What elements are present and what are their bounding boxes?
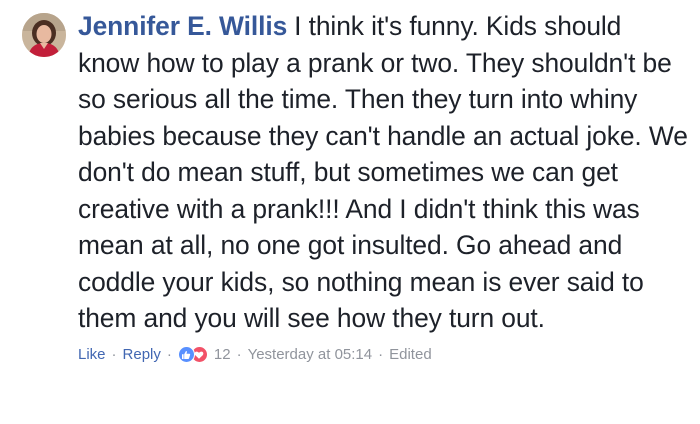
separator: · xyxy=(166,345,172,363)
comment-text-block: Jennifer E. Willis I think it's funny. Ki… xyxy=(78,8,688,337)
avatar-image xyxy=(22,13,66,57)
reaction-count: 12 xyxy=(213,345,231,363)
separator: · xyxy=(378,345,384,363)
author-name[interactable]: Jennifer E. Willis xyxy=(78,11,287,41)
edited-label[interactable]: Edited xyxy=(389,345,432,365)
comment-actions: Like · Reply · 12 · Yesterday at 05:14 ·… xyxy=(78,345,688,365)
like-reaction-icon xyxy=(177,346,195,363)
reply-button[interactable]: Reply xyxy=(123,345,161,365)
timestamp[interactable]: Yesterday at 05:14 xyxy=(248,345,373,365)
comment-text: I think it's funny. Kids should know how… xyxy=(78,11,688,333)
like-button[interactable]: Like xyxy=(78,345,106,365)
separator: · xyxy=(111,345,117,363)
avatar[interactable] xyxy=(22,13,66,57)
reactions-summary[interactable]: 12 xyxy=(177,345,231,365)
separator: · xyxy=(236,345,242,363)
comment: Jennifer E. Willis I think it's funny. Ki… xyxy=(0,0,700,424)
comment-body: Jennifer E. Willis I think it's funny. Ki… xyxy=(78,8,688,365)
